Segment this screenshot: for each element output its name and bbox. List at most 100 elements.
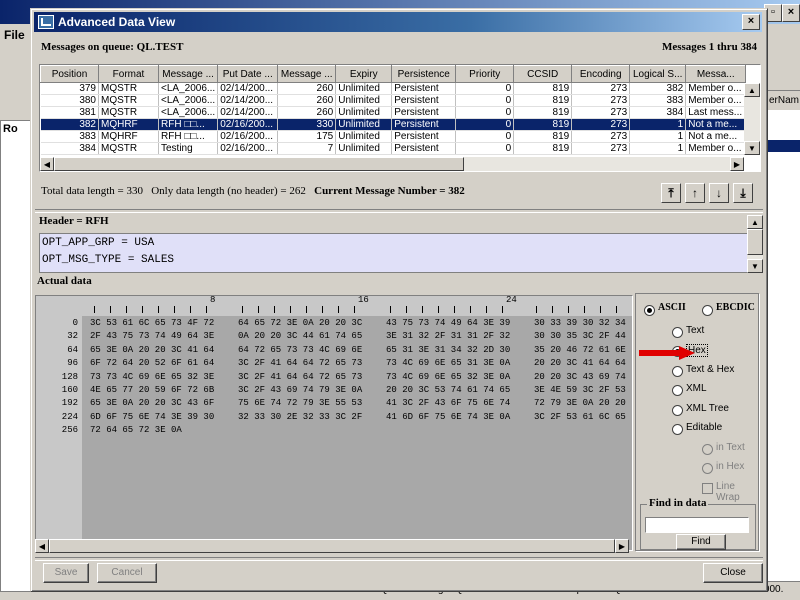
tree-item-root[interactable]: Ro (1, 121, 33, 137)
messages-table[interactable]: Position Format Message ... Put Date ... Mes… (39, 64, 761, 172)
hex-group[interactable]: 30 33 39 30 32 34 (534, 318, 626, 328)
xml-radio[interactable] (672, 385, 683, 396)
cancel-button[interactable]: Cancel (97, 563, 157, 583)
find-button[interactable]: Find (676, 534, 726, 550)
first-message-button[interactable]: ⤒ (661, 183, 681, 203)
table-row[interactable]: 383 MQHRF RFH □□... 02/16/200... 175 Unlimite… (40, 130, 747, 143)
hex-group[interactable]: 3C 2F 53 61 6C 65 (534, 412, 626, 422)
hex-group[interactable]: 3E 31 32 2F 31 31 2F 32 (386, 331, 510, 341)
hex-group[interactable]: 73 4C 69 6E 65 31 3E 0A (386, 358, 510, 368)
hex-group[interactable]: 4E 65 77 20 59 6F 72 6B (90, 385, 214, 395)
hex-group[interactable]: 3C 2F 41 64 64 72 65 73 (238, 372, 362, 382)
table-row[interactable]: 380 MQSTR <LA_2006... 02/14/200... 260 Unlimi… (40, 94, 747, 107)
column-header[interactable]: Position (40, 65, 99, 83)
column-header[interactable]: CCSID (513, 65, 573, 83)
column-header[interactable]: Logical S... (629, 65, 687, 83)
column-header[interactable]: Expiry (335, 65, 393, 83)
hex-group[interactable]: 20 20 3C 41 64 64 (534, 358, 626, 368)
hex-group[interactable]: 73 4C 69 6E 65 32 3E 0A (386, 372, 510, 382)
data-scroll-right[interactable]: ▶ (615, 539, 629, 553)
column-header[interactable]: Encoding (571, 65, 631, 83)
dialog-close-icon[interactable]: × (742, 14, 760, 30)
hex-group[interactable]: 3C 2F 41 64 64 72 65 73 (238, 358, 362, 368)
hex-group[interactable]: 2F 43 75 73 74 49 64 3E (90, 331, 214, 341)
hex-group[interactable]: 65 3E 0A 20 20 3C 41 64 (90, 345, 214, 355)
header-vscroll-thumb[interactable] (747, 229, 763, 255)
ebcdic-radio[interactable] (702, 305, 713, 316)
ascii-radio[interactable] (644, 305, 655, 316)
table-hscroll-thumb[interactable] (54, 157, 464, 171)
hex-data-view[interactable]: 8 16 24 0 3C 53 61 6C 65 73 4F 72 64 65 72… (35, 295, 633, 551)
hex-group[interactable]: 0A 20 20 3C 44 61 74 65 (238, 331, 362, 341)
menu-file[interactable]: File (0, 24, 30, 44)
table-cell: 1 (629, 130, 687, 143)
table-scroll-up[interactable]: ▲ (744, 83, 760, 97)
column-header[interactable]: Messa... (685, 65, 747, 83)
selected-row (767, 140, 800, 152)
offset-label: 32 (67, 331, 78, 342)
table-cell: 273 (571, 130, 631, 143)
line-wrap-checkbox[interactable] (702, 483, 713, 494)
table-scroll-right[interactable]: ▶ (730, 157, 744, 171)
ruler-tick (174, 306, 175, 313)
table-cell: Member o... (685, 94, 747, 107)
xml-tree-radio[interactable] (672, 405, 683, 416)
hex-group[interactable]: 72 79 3E 0A 20 20 (534, 398, 626, 408)
dialog-title: Advanced Data View (58, 15, 176, 29)
table-cell: Unlimited (335, 106, 393, 119)
hex-group[interactable]: 6F 72 64 20 52 6F 61 64 (90, 358, 214, 368)
table-cell: 7 (277, 142, 337, 155)
hex-group[interactable]: 20 20 3C 53 74 61 74 65 (386, 385, 510, 395)
hex-group[interactable]: 73 73 4C 69 6E 65 32 3E (90, 372, 214, 382)
close-icon[interactable]: × (782, 4, 800, 22)
previous-message-button[interactable]: ↑ (685, 183, 705, 203)
column-header[interactable]: Message ... (277, 65, 337, 83)
column-header[interactable]: Format (98, 65, 159, 83)
header-scroll-up[interactable]: ▲ (747, 215, 763, 229)
next-message-button[interactable]: ↓ (709, 183, 729, 203)
table-row[interactable]: 384 MQSTR Testing 02/16/200... 7 Unlimited Per… (40, 142, 747, 155)
hex-group[interactable]: 32 33 30 2E 32 33 3C 2F (238, 412, 362, 422)
text-radio[interactable] (672, 327, 683, 338)
table-row[interactable]: 379 MQSTR <LA_2006... 02/14/200... 260 Unlimi… (40, 82, 747, 95)
column-header[interactable]: Priority (455, 65, 515, 83)
hex-group[interactable]: 41 6D 6F 75 6E 74 3E 0A (386, 412, 510, 422)
column-header[interactable]: Message ... (157, 65, 219, 83)
hex-group[interactable]: 3C 2F 43 69 74 79 3E 0A (238, 385, 362, 395)
hex-group[interactable]: 75 6E 74 72 79 3E 55 53 (238, 398, 362, 408)
table-row[interactable]: 381 MQSTR <LA_2006... 02/14/200... 260 Unlimi… (40, 106, 747, 119)
ascii-label: ASCII (658, 302, 686, 313)
column-header[interactable]: Persistence (391, 65, 457, 83)
hex-group[interactable]: 41 3C 2F 43 6F 75 6E 74 (386, 398, 510, 408)
table-row[interactable]: 382 MQHRF RFH □□... 02/16/200... 330 Unlimite… (40, 118, 747, 131)
column-header[interactable]: Put Date ... (217, 65, 279, 83)
hex-group[interactable]: 3E 4E 59 3C 2F 53 (534, 385, 626, 395)
data-hscroll-thumb[interactable] (49, 539, 615, 553)
editable-radio[interactable] (672, 424, 683, 435)
hex-group[interactable]: 35 20 46 72 61 6E (534, 345, 626, 355)
header-scroll-down[interactable]: ▼ (747, 259, 763, 273)
hex-group[interactable]: 64 72 65 73 73 4C 69 6E (238, 345, 362, 355)
last-message-button[interactable]: ⤓ (733, 183, 753, 203)
text-hex-radio[interactable] (672, 366, 683, 377)
save-button[interactable]: Save (43, 563, 89, 583)
hex-group[interactable]: 72 64 65 72 3E 0A (90, 425, 182, 435)
data-scroll-left[interactable]: ◀ (35, 539, 49, 553)
table-cell: MQSTR (98, 106, 159, 119)
ruler-tick (438, 306, 439, 313)
hex-group[interactable]: 65 3E 0A 20 20 3C 43 6F (90, 398, 214, 408)
hex-group[interactable]: 3C 53 61 6C 65 73 4F 72 (90, 318, 214, 328)
table-scroll-left[interactable]: ◀ (40, 157, 54, 171)
in-hex-radio[interactable] (702, 463, 713, 474)
hex-group[interactable]: 6D 6F 75 6E 74 3E 39 30 (90, 412, 214, 422)
hex-group[interactable]: 65 31 3E 31 34 32 2D 30 (386, 345, 510, 355)
hex-group[interactable]: 43 75 73 74 49 64 3E 39 (386, 318, 510, 328)
find-input[interactable] (645, 517, 749, 533)
close-button[interactable]: Close (703, 563, 763, 583)
hex-group[interactable]: 30 30 35 3C 2F 44 (534, 331, 626, 341)
hex-group[interactable]: 64 65 72 3E 0A 20 20 3C (238, 318, 362, 328)
table-scroll-down[interactable]: ▼ (744, 141, 760, 155)
hex-group[interactable]: 20 20 3C 43 69 74 (534, 372, 626, 382)
messages-grid[interactable]: Position Format Message ... Put Date ... Mes… (40, 65, 747, 155)
in-text-radio[interactable] (702, 444, 713, 455)
